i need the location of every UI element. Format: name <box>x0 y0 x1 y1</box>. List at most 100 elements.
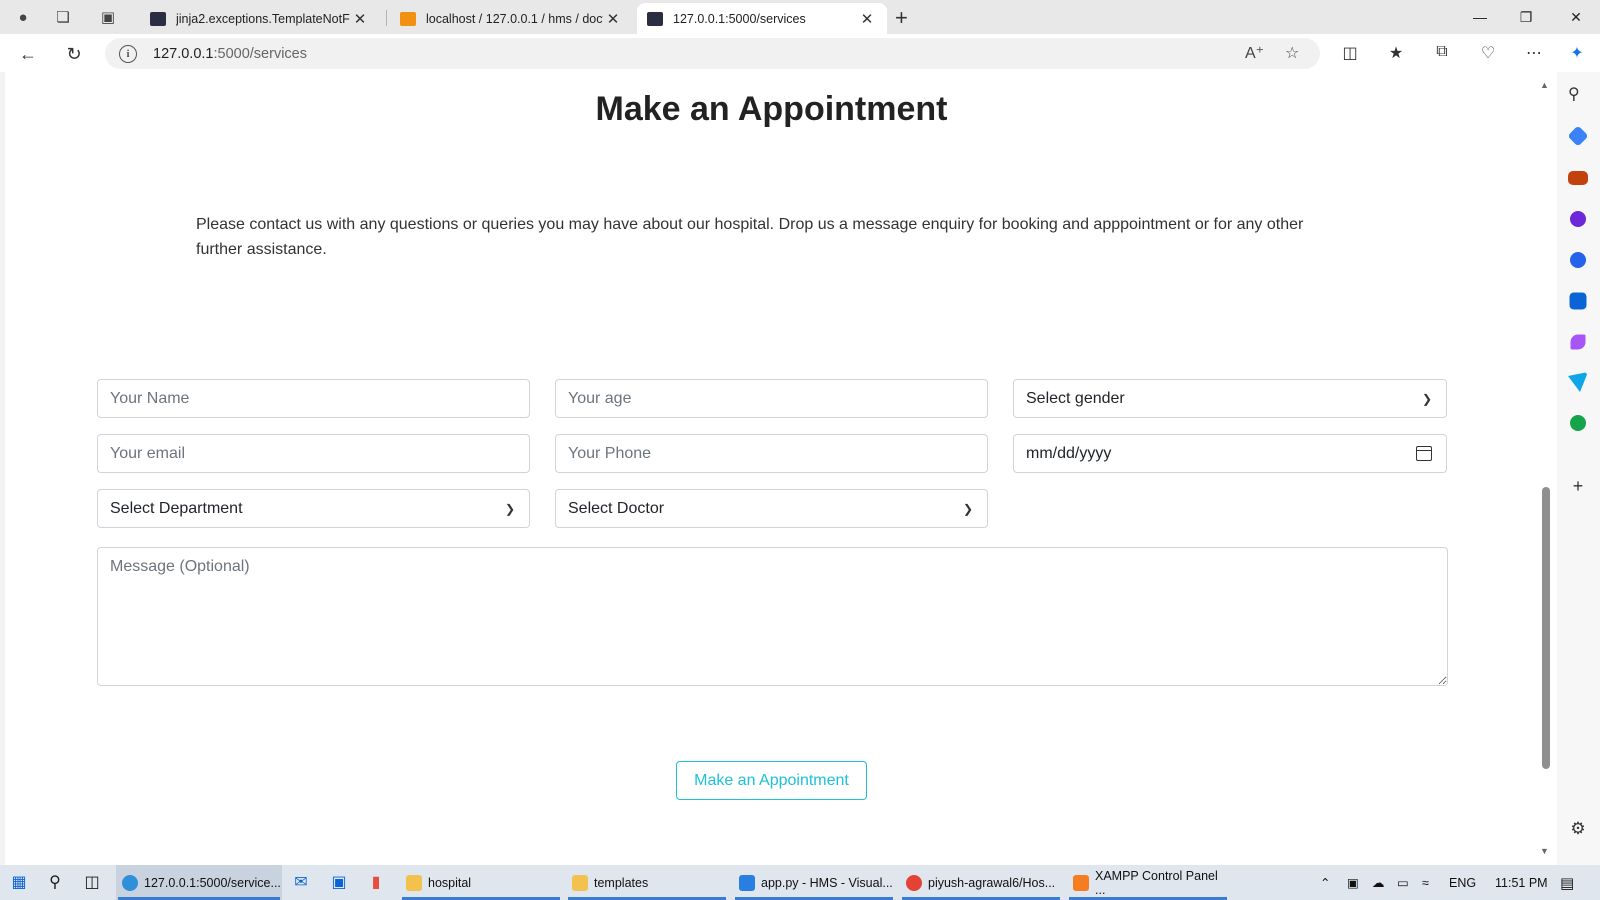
battery-icon[interactable]: ▭ <box>1397 865 1409 900</box>
address-bar[interactable]: i 127.0.0.1:5000/services A⁺ ☆ <box>105 38 1320 69</box>
workspaces-icon[interactable]: ❏ <box>48 2 78 32</box>
chrome-icon <box>906 874 922 891</box>
taskbar-app-vscode[interactable]: app.py - HMS - Visual... <box>733 865 895 900</box>
split-screen-icon[interactable]: ◫ <box>1339 43 1361 63</box>
tab-services[interactable]: 127.0.0.1:5000/services ✕ <box>637 3 887 34</box>
edge-sidebar: ⚲ + ⚙ <box>1557 72 1600 865</box>
doctor-select-value: Select Doctor <box>568 499 665 517</box>
mail-icon[interactable]: ✉ <box>290 871 312 893</box>
favorites-icon[interactable]: ★ <box>1385 43 1407 63</box>
page-content: Make an Appointment Please contact us wi… <box>5 72 1538 865</box>
outlook-icon[interactable] <box>1569 292 1587 310</box>
more-menu-icon[interactable]: ⋯ <box>1523 43 1545 63</box>
site-info-icon[interactable]: i <box>119 44 137 63</box>
copilot-icon[interactable]: ✦ <box>1566 43 1588 63</box>
taskbar-app-edge[interactable]: 127.0.0.1:5000/service... <box>116 865 282 900</box>
page-description: Please contact us with any questions or … <box>196 216 1304 258</box>
collections-icon[interactable]: ⧉ <box>1431 43 1453 61</box>
tray-chevron-icon[interactable]: ⌃ <box>1320 865 1330 900</box>
page-title: Make an Appointment <box>595 90 948 128</box>
send-icon[interactable] <box>1568 372 1588 392</box>
taskbar-app-label: 127.0.0.1:5000/service... <box>144 875 281 890</box>
tree-icon[interactable] <box>1570 415 1586 431</box>
url-text[interactable]: 127.0.0.1:5000/services <box>153 46 307 62</box>
tab-label: jinja2.exceptions.TemplateNotFo <box>176 11 350 26</box>
taskbar-app-label: XAMPP Control Panel ... <box>1095 868 1218 897</box>
search-icon[interactable]: ⚲ <box>44 871 66 893</box>
cloud-icon[interactable]: ☁ <box>1372 865 1385 900</box>
clock[interactable]: 11:51 PM <box>1495 865 1548 900</box>
doctor-select[interactable]: Select Doctor ❯ <box>555 489 988 528</box>
reload-icon[interactable]: ↻ <box>60 40 88 68</box>
monitor-icon[interactable]: ▣ <box>328 871 350 893</box>
tab-label: localhost / 127.0.0.1 / hms / doct <box>426 11 603 26</box>
browser-essentials-icon[interactable]: ♡ <box>1477 43 1499 63</box>
sidebar-search-icon[interactable]: ⚲ <box>1568 84 1588 104</box>
windows-start-icon[interactable]: ▦ <box>8 871 30 893</box>
designer-icon[interactable] <box>1570 334 1586 350</box>
games-icon[interactable] <box>1570 211 1586 227</box>
tab-template-error[interactable]: jinja2.exceptions.TemplateNotFo ✕ <box>140 3 380 34</box>
url-path: :5000/services <box>213 45 307 62</box>
close-icon[interactable]: ✕ <box>603 10 623 28</box>
browser-toolbar: ← ↻ i 127.0.0.1:5000/services A⁺ ☆ ◫ ★ ⧉… <box>0 34 1600 72</box>
tab-phpmyadmin[interactable]: localhost / 127.0.0.1 / hms / doct ✕ <box>390 3 633 34</box>
language-indicator[interactable]: ENG <box>1449 865 1476 900</box>
name-input[interactable] <box>97 379 530 418</box>
phpmyadmin-icon <box>400 11 416 26</box>
tab-actions-icon[interactable]: ▣ <box>93 2 123 32</box>
office-icon[interactable]: ▮ <box>365 871 387 893</box>
taskbar-app-label: app.py - HMS - Visual... <box>761 875 893 890</box>
phone-input[interactable] <box>555 434 988 473</box>
gender-select[interactable]: Select gender ❯ <box>1013 379 1447 418</box>
close-icon[interactable]: ✕ <box>857 10 877 28</box>
minimize-icon[interactable]: — <box>1457 0 1503 34</box>
restore-icon[interactable]: ❐ <box>1503 0 1549 34</box>
windows-taskbar: ▦ ⚲ ◫ 127.0.0.1:5000/service... ✉ ▣ ▮ ho… <box>0 865 1600 900</box>
taskbar-app-chrome[interactable]: piyush-agrawal6/Hos... <box>900 865 1062 900</box>
message-textarea[interactable] <box>97 547 1448 686</box>
chevron-down-icon: ❯ <box>504 501 515 516</box>
profile-icon[interactable]: ● <box>8 2 38 32</box>
close-icon[interactable]: ✕ <box>350 10 370 28</box>
date-input-value: mm/dd/yyyy <box>1026 444 1112 462</box>
notifications-icon[interactable]: ▤ <box>1560 865 1574 900</box>
folder-icon <box>572 874 588 891</box>
taskbar-app-label: hospital <box>428 875 472 890</box>
task-view-icon[interactable]: ◫ <box>81 871 103 893</box>
scroll-down-icon[interactable]: ▼ <box>1540 846 1549 856</box>
taskbar-app-templates-folder[interactable]: templates <box>566 865 728 900</box>
favorite-star-icon[interactable]: ☆ <box>1285 43 1299 63</box>
make-appointment-button[interactable]: Make an Appointment <box>676 761 867 800</box>
shopping-icon[interactable] <box>1567 125 1589 147</box>
terminal-icon <box>150 11 166 26</box>
folder-icon <box>406 874 422 891</box>
age-input[interactable] <box>555 379 988 418</box>
window-close-icon[interactable]: ✕ <box>1553 0 1599 34</box>
tab-label: 127.0.0.1:5000/services <box>673 11 806 26</box>
browser-tab-strip: ● ❏ ▣ jinja2.exceptions.TemplateNotFo ✕ … <box>0 0 1600 34</box>
department-select-value: Select Department <box>110 499 243 517</box>
tab-divider <box>386 10 387 26</box>
wifi-icon[interactable]: ≈ <box>1422 865 1429 900</box>
meet-now-icon[interactable]: ▣ <box>1347 865 1359 900</box>
scroll-up-icon[interactable]: ▲ <box>1540 80 1549 90</box>
settings-gear-icon[interactable]: ⚙ <box>1568 819 1588 839</box>
scrollbar-thumb[interactable] <box>1542 487 1550 769</box>
new-tab-icon[interactable]: + <box>895 5 908 31</box>
microsoft-365-icon[interactable] <box>1570 252 1586 268</box>
back-icon[interactable]: ← <box>14 40 42 68</box>
add-sidebar-icon[interactable]: + <box>1568 476 1588 496</box>
xampp-icon <box>1073 874 1089 891</box>
email-input[interactable] <box>97 434 530 473</box>
department-select[interactable]: Select Department ❯ <box>97 489 530 528</box>
chevron-down-icon: ❯ <box>962 501 973 516</box>
taskbar-app-hospital-folder[interactable]: hospital <box>400 865 562 900</box>
tools-icon[interactable] <box>1568 171 1588 185</box>
read-aloud-icon[interactable]: A⁺ <box>1245 43 1264 63</box>
vscode-icon <box>739 874 755 891</box>
date-input[interactable]: mm/dd/yyyy <box>1013 434 1447 473</box>
terminal-icon <box>647 11 663 26</box>
taskbar-app-xampp[interactable]: XAMPP Control Panel ... <box>1067 865 1229 900</box>
calendar-icon[interactable] <box>1416 446 1432 461</box>
